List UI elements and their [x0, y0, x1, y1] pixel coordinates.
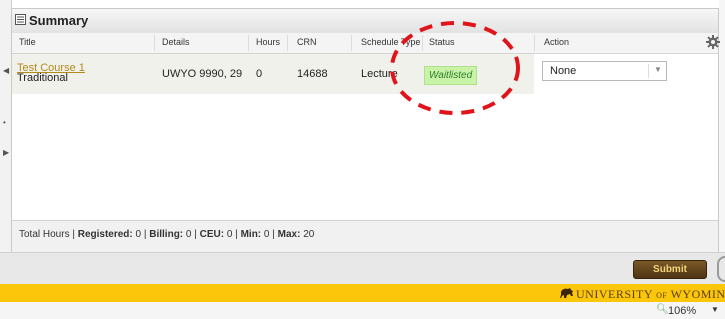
- column-details[interactable]: Details: [162, 37, 190, 47]
- expand-right-icon[interactable]: ▶: [3, 148, 9, 157]
- column-title[interactable]: Title: [19, 37, 36, 47]
- course-details: UWYO 9990, 29: [162, 68, 243, 80]
- browser-status-bar: 🔍︎ 106% ▼: [0, 302, 725, 319]
- university-logo: UNIVERSITY OF WYOMING: [560, 285, 725, 301]
- summary-panel: Summary Title Details Hours CRN Schedule…: [11, 8, 720, 252]
- course-crn: 14688: [297, 68, 328, 80]
- ceu-value: 0: [226, 229, 233, 240]
- column-hours[interactable]: Hours: [256, 37, 280, 47]
- status-badge: Waitlisted: [424, 66, 478, 85]
- course-type: Traditional: [17, 72, 68, 84]
- submit-bar: Submit: [0, 252, 725, 285]
- column-crn[interactable]: CRN: [297, 37, 317, 47]
- billing-label: Billing:: [149, 229, 184, 240]
- dot-icon: •: [3, 118, 6, 127]
- column-status[interactable]: Status: [429, 37, 455, 47]
- min-value: 0: [263, 229, 270, 240]
- action-select[interactable]: None ▼: [542, 61, 667, 81]
- university-wordmark: UNIVERSITY OF WYOMING: [576, 287, 725, 301]
- chevron-down-icon[interactable]: ▼: [654, 65, 662, 74]
- totals-label: Total Hours: [19, 229, 70, 240]
- table-header: Title Details Hours CRN Schedule Type St…: [12, 33, 718, 54]
- max-label: Max:: [277, 229, 301, 240]
- max-value: 20: [303, 229, 315, 240]
- brand-bar: UNIVERSITY OF WYOMING: [0, 284, 725, 302]
- action-select-value: None: [550, 65, 577, 77]
- billing-value: 0: [185, 229, 192, 240]
- totals-bar: Total Hours | Registered: 0 | Billing: 0…: [12, 220, 718, 252]
- submit-button[interactable]: Submit: [633, 260, 707, 279]
- gear-icon[interactable]: [706, 35, 720, 49]
- column-schedule-type[interactable]: Schedule Type: [361, 37, 420, 47]
- ceu-label: CEU:: [199, 229, 225, 240]
- bison-icon: [560, 288, 573, 298]
- scroll-handle[interactable]: [717, 256, 725, 282]
- panel-header: Summary: [12, 9, 718, 34]
- course-hours: 0: [256, 68, 263, 80]
- zoom-level[interactable]: 106%: [668, 305, 696, 317]
- column-action[interactable]: Action: [544, 37, 569, 47]
- panel-title: Summary: [29, 13, 89, 28]
- zoom-dropdown-icon[interactable]: ▼: [711, 305, 719, 314]
- summary-icon: [15, 14, 26, 25]
- min-label: Min:: [240, 229, 262, 240]
- course-schedule-type: Lecture: [361, 68, 398, 80]
- zoom-icon[interactable]: 🔍︎: [656, 304, 669, 315]
- collapse-left-icon[interactable]: ◀: [3, 66, 9, 75]
- registered-label: Registered:: [77, 229, 133, 240]
- registered-value: 0: [135, 229, 142, 240]
